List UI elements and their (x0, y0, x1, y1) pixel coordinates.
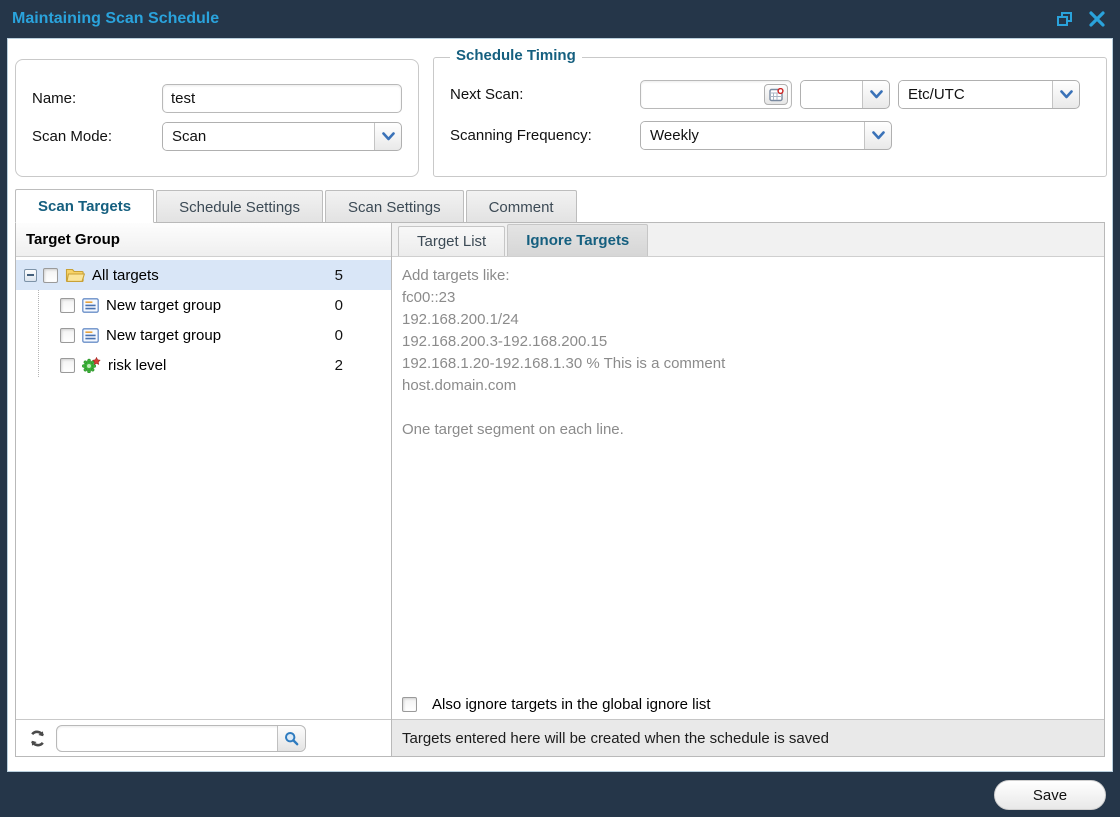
frequency-select[interactable]: Weekly (640, 121, 892, 150)
timezone-select[interactable]: Etc/UTC (898, 80, 1080, 109)
tab-scan-targets[interactable]: Scan Targets (15, 189, 154, 223)
targets-subtabs: Target List Ignore Targets (392, 223, 1104, 257)
collapse-icon[interactable] (24, 269, 37, 282)
tree-label: risk level (108, 357, 166, 374)
tree-label: All targets (92, 267, 159, 284)
subtab-ignore-targets[interactable]: Ignore Targets (507, 224, 648, 256)
next-scan-label: Next Scan: (450, 86, 640, 103)
target-group-pane: Target Group All targets 5 (16, 223, 392, 756)
timezone-value: Etc/UTC (899, 81, 1053, 108)
next-scan-time-value (801, 81, 863, 108)
chevron-down-icon (863, 90, 889, 99)
tree-row-new-target-group-2[interactable]: New target group 0 (16, 320, 391, 350)
tree-row-new-target-group-1[interactable]: New target group 0 (16, 290, 391, 320)
global-ignore-row: Also ignore targets in the global ignore… (392, 689, 1104, 719)
tree-count: 2 (335, 357, 343, 374)
frequency-value: Weekly (641, 122, 865, 149)
dialog-content: Name: Scan Mode: Scan Schedule Timing Ne… (7, 38, 1113, 772)
all-targets-checkbox[interactable] (43, 268, 58, 283)
general-panel: Name: Scan Mode: Scan (15, 59, 419, 177)
footer-bar: Save (0, 772, 1120, 817)
schedule-timing-legend: Schedule Timing (450, 47, 582, 64)
chevron-down-icon (865, 131, 891, 140)
folder-icon (65, 267, 85, 283)
restore-icon[interactable] (1054, 8, 1076, 30)
tree-search (56, 725, 306, 752)
group-checkbox[interactable] (60, 358, 75, 373)
next-scan-time-select[interactable] (800, 80, 890, 109)
tab-schedule-settings[interactable]: Schedule Settings (156, 190, 323, 223)
global-ignore-label: Also ignore targets in the global ignore… (432, 696, 711, 713)
titlebar: Maintaining Scan Schedule (0, 0, 1120, 38)
tree-search-input[interactable] (56, 725, 306, 752)
scan-mode-label: Scan Mode: (32, 128, 162, 145)
tree-row-all-targets[interactable]: All targets 5 (16, 260, 391, 290)
name-label: Name: (32, 90, 162, 107)
search-icon[interactable] (277, 726, 305, 751)
close-icon[interactable] (1086, 8, 1108, 30)
global-ignore-checkbox[interactable] (402, 697, 417, 712)
group-checkbox[interactable] (60, 298, 75, 313)
chevron-down-icon (375, 132, 401, 141)
target-group-icon (82, 298, 99, 313)
scan-targets-pane: Target Group All targets 5 (15, 222, 1105, 757)
scan-mode-value: Scan (163, 123, 375, 150)
target-group-header: Target Group (16, 223, 391, 257)
tree-label: New target group (106, 327, 221, 344)
schedule-timing-fieldset: Schedule Timing Next Scan: (433, 57, 1107, 177)
tree-footer (16, 719, 391, 756)
subtab-target-list[interactable]: Target List (398, 226, 505, 256)
window-title: Maintaining Scan Schedule (12, 10, 219, 28)
targets-pane: Target List Ignore Targets Add targets l… (392, 223, 1104, 756)
calendar-icon[interactable] (764, 84, 788, 105)
tree-count: 0 (335, 327, 343, 344)
target-group-tree: All targets 5 New target group (16, 257, 391, 719)
scan-mode-select[interactable]: Scan (162, 122, 402, 151)
tree-label: New target group (106, 297, 221, 314)
frequency-label: Scanning Frequency: (450, 127, 640, 144)
save-button[interactable]: Save (994, 780, 1106, 810)
dialog-window: Maintaining Scan Schedule Name: Scan Mod… (0, 0, 1120, 817)
tab-scan-settings[interactable]: Scan Settings (325, 190, 464, 223)
ignore-targets-textarea[interactable] (392, 257, 1104, 689)
ignore-targets-editor: Add targets like: fc00::23 192.168.200.1… (392, 257, 1104, 689)
refresh-icon[interactable] (24, 725, 50, 751)
chevron-down-icon (1053, 90, 1079, 99)
status-bar: Targets entered here will be created whe… (392, 719, 1104, 756)
tree-row-risk-level[interactable]: risk level 2 (16, 350, 391, 380)
target-group-icon (82, 328, 99, 343)
tab-comment[interactable]: Comment (466, 190, 577, 223)
main-tabstrip: Scan Targets Schedule Settings Scan Sett… (15, 189, 1105, 223)
tree-count: 0 (335, 297, 343, 314)
group-checkbox[interactable] (60, 328, 75, 343)
status-text: Targets entered here will be created whe… (402, 730, 829, 747)
name-field[interactable] (162, 84, 402, 113)
tree-count: 5 (335, 267, 343, 284)
gear-star-icon (82, 357, 101, 373)
